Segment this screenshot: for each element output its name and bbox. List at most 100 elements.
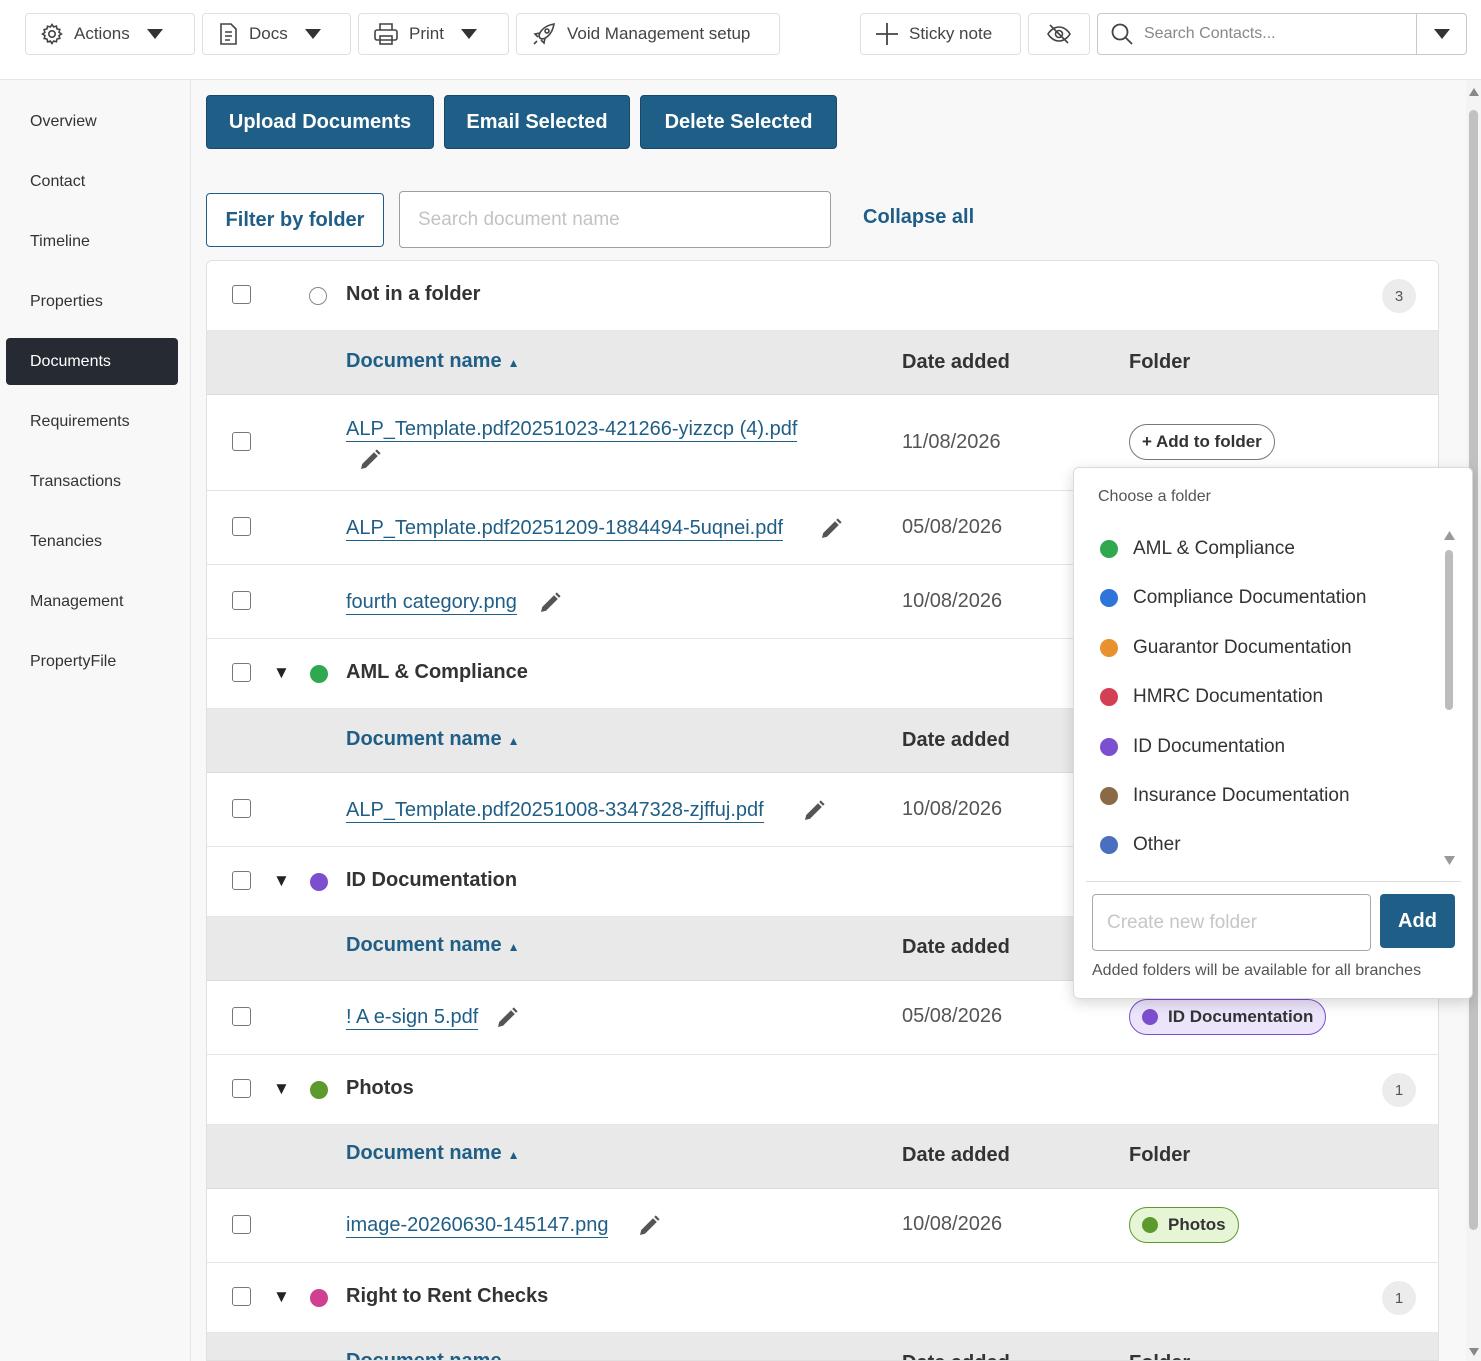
folder-option-label: Compliance Documentation (1133, 587, 1367, 608)
sidebar-item-transactions[interactable]: Transactions (6, 458, 178, 505)
dropdown-scrollbar[interactable] (1442, 528, 1456, 868)
document-link[interactable]: ! A e-sign 5.pdf (346, 1005, 479, 1030)
scroll-down-icon[interactable] (1469, 1348, 1479, 1356)
document-date: 10/08/2026 (902, 1213, 1003, 1235)
group-checkbox[interactable] (232, 1287, 251, 1306)
sidebar-item-propertyfile[interactable]: PropertyFile (6, 638, 178, 685)
column-header-document-name[interactable]: Document name ▲ (346, 350, 519, 373)
sticky-note-button[interactable]: Sticky note (860, 13, 1021, 55)
filter-by-folder-button[interactable]: Filter by folder (206, 193, 384, 247)
column-header-label: Document name (346, 350, 502, 372)
folder-color-dot (1100, 589, 1118, 607)
sidebar-item-label: Timeline (30, 232, 90, 250)
group-radio[interactable] (309, 287, 327, 305)
document-date: 10/08/2026 (902, 590, 1003, 612)
sidebar-item-tenancies[interactable]: Tenancies (6, 518, 178, 565)
sidebar-item-timeline[interactable]: Timeline (6, 218, 178, 265)
actions-button[interactable]: Actions (25, 13, 195, 55)
column-header-date-added: Date added (902, 1144, 1010, 1166)
search-contacts-input[interactable] (1144, 25, 1404, 43)
pencil-icon[interactable] (637, 1214, 661, 1238)
pencil-icon[interactable] (358, 448, 382, 472)
sort-asc-icon: ▲ (507, 356, 520, 370)
document-link[interactable]: ALP_Template.pdf20251023-421266-yizzcp (… (346, 417, 798, 442)
plus-icon (876, 23, 898, 45)
column-header-document-name[interactable]: Document name ▲ (346, 728, 519, 751)
column-header-document-name[interactable]: Document name ▲ (346, 1350, 519, 1360)
sidebar-item-overview[interactable]: Overview (6, 98, 178, 145)
pencil-icon[interactable] (538, 591, 562, 615)
sort-asc-icon: ▲ (507, 1148, 520, 1162)
column-header-label: Document name (346, 728, 502, 750)
group-checkbox[interactable] (232, 1079, 251, 1098)
collapse-all-link[interactable]: Collapse all (863, 206, 974, 229)
folder-chip-photos[interactable]: Photos (1129, 1207, 1239, 1243)
folder-option-guarantor-documentation[interactable]: Guarantor Documentation (1100, 633, 1352, 663)
row-checkbox[interactable] (232, 1215, 251, 1234)
folder-option-insurance-documentation[interactable]: Insurance Documentation (1100, 781, 1350, 811)
column-header-date-added: Date added (902, 936, 1010, 958)
document-link[interactable]: fourth category.png (346, 590, 517, 615)
column-header-document-name[interactable]: Document name ▲ (346, 1142, 519, 1165)
group-checkbox[interactable] (232, 663, 251, 682)
sidebar-item-contact[interactable]: Contact (6, 158, 178, 205)
row-checkbox[interactable] (232, 517, 251, 536)
add-to-folder-button[interactable]: + Add to folder (1129, 424, 1275, 460)
email-selected-button[interactable]: Email Selected (444, 95, 630, 149)
collapse-triangle-icon[interactable]: ▼ (273, 1079, 290, 1099)
sort-asc-icon: ▲ (507, 940, 520, 954)
folder-option-other[interactable]: Other (1100, 830, 1181, 860)
document-date: 05/08/2026 (902, 1005, 1003, 1027)
void-management-setup-button[interactable]: Void Management setup (516, 13, 780, 55)
hide-toggle-button[interactable] (1028, 13, 1090, 55)
column-header-date-added: Date added (902, 351, 1010, 373)
upload-documents-button[interactable]: Upload Documents (206, 95, 434, 149)
group-row-photos: ▼ Photos 1 (207, 1055, 1438, 1125)
column-header-folder: Folder (1129, 1352, 1190, 1360)
scroll-down-icon[interactable] (1444, 856, 1455, 865)
document-search-input[interactable] (399, 191, 831, 248)
table-row: image-20260630-145147.png 10/08/2026 Pho… (207, 1189, 1438, 1263)
print-button[interactable]: Print (358, 13, 509, 55)
scroll-up-icon[interactable] (1469, 88, 1479, 96)
sidebar-item-properties[interactable]: Properties (6, 278, 178, 325)
caret-down-icon (1433, 29, 1450, 39)
create-folder-input[interactable] (1092, 894, 1371, 951)
row-checkbox[interactable] (232, 591, 251, 610)
folder-color-dot (1142, 1009, 1158, 1025)
add-folder-button[interactable]: Add (1380, 894, 1455, 948)
group-checkbox[interactable] (232, 871, 251, 890)
folder-option-aml-compliance[interactable]: AML & Compliance (1100, 534, 1295, 564)
pencil-icon[interactable] (819, 517, 843, 541)
collapse-triangle-icon[interactable]: ▼ (273, 1287, 290, 1307)
folder-option-hmrc-documentation[interactable]: HMRC Documentation (1100, 682, 1323, 712)
collapse-triangle-icon[interactable]: ▼ (273, 871, 290, 891)
dropdown-title: Choose a folder (1098, 488, 1211, 505)
group-row-right-to-rent: ▼ Right to Rent Checks 1 (207, 1263, 1438, 1333)
document-link[interactable]: ALP_Template.pdf20251209-1884494-5uqnei.… (346, 516, 784, 541)
row-checkbox[interactable] (232, 799, 251, 818)
sidebar-item-label: Transactions (30, 472, 121, 490)
sidebar-item-requirements[interactable]: Requirements (6, 398, 178, 445)
folder-chip-label: Photos (1168, 1215, 1226, 1234)
document-link[interactable]: image-20260630-145147.png (346, 1213, 609, 1238)
column-header-document-name[interactable]: Document name ▲ (346, 934, 519, 957)
sidebar-item-documents[interactable]: Documents (6, 338, 178, 385)
row-checkbox[interactable] (232, 1007, 251, 1026)
search-dropdown-button[interactable] (1416, 14, 1466, 54)
sidebar-item-management[interactable]: Management (6, 578, 178, 625)
group-checkbox[interactable] (232, 285, 251, 304)
collapse-triangle-icon[interactable]: ▼ (273, 663, 290, 683)
pencil-icon[interactable] (495, 1006, 519, 1030)
row-checkbox[interactable] (232, 432, 251, 451)
eye-off-icon (1047, 24, 1071, 44)
scrollbar-thumb[interactable] (1445, 550, 1453, 710)
docs-button[interactable]: Docs (202, 13, 351, 55)
delete-selected-button[interactable]: Delete Selected (640, 95, 837, 149)
folder-option-compliance-documentation[interactable]: Compliance Documentation (1100, 583, 1366, 613)
scroll-up-icon[interactable] (1444, 531, 1455, 540)
document-link[interactable]: ALP_Template.pdf20251008-3347328-zjffuj.… (346, 798, 764, 823)
folder-chip-id-documentation[interactable]: ID Documentation (1129, 999, 1327, 1035)
pencil-icon[interactable] (802, 799, 826, 823)
folder-option-id-documentation[interactable]: ID Documentation (1100, 732, 1285, 762)
